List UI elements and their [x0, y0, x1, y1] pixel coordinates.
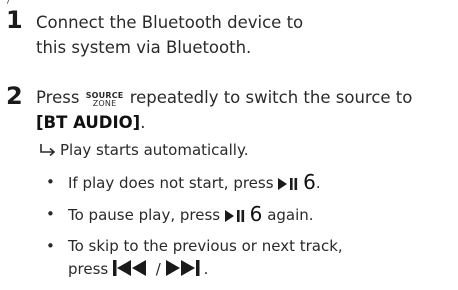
key-number: 6 [249, 202, 263, 226]
result-line: Play starts automatically. [40, 140, 248, 161]
list-item: • If play does not start, press 6. [46, 171, 446, 197]
step-2-end: . [140, 113, 146, 132]
step-2-text: Press SOURCE ZONE repeatedly to switch t… [36, 85, 446, 135]
key-separator: / [155, 260, 161, 278]
step-2-mid-text: repeatedly to switch the source to [129, 88, 413, 107]
list-item: • To skip to the previous or next track,… [46, 235, 446, 283]
zone-key-label: ZONE [92, 99, 117, 108]
step-2-press-label: Press [36, 88, 80, 107]
manual-page: / 1 Connect the Bluetooth device to this… [0, 0, 458, 290]
step-1-number: 1 [6, 6, 23, 34]
next-track-icon [165, 260, 204, 283]
step-2-number: 2 [6, 82, 23, 110]
play-pause-icon [278, 174, 298, 197]
key-number: 6 [303, 170, 316, 194]
result-text: Play starts automatically. [60, 141, 249, 159]
source-zone-key: SOURCE ZONE [86, 92, 124, 108]
step-1-text: Connect the Bluetooth device to this sys… [36, 13, 304, 57]
list-item: • To pause play, press 6 again. [46, 203, 446, 229]
previous-track-icon [113, 260, 151, 283]
play-pause-icon [224, 206, 245, 229]
result-arrow-icon [40, 141, 60, 161]
bt-audio-source: [BT AUDIO] [36, 113, 141, 132]
